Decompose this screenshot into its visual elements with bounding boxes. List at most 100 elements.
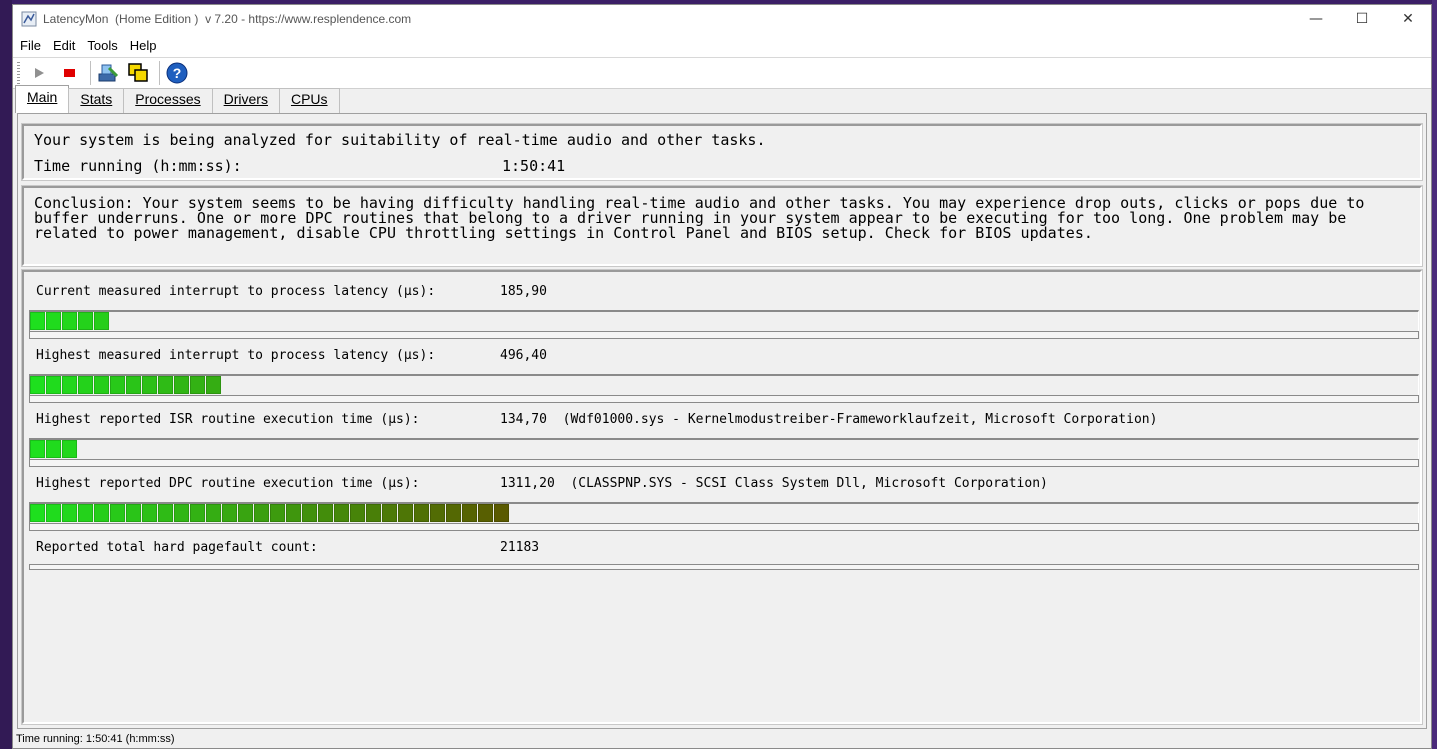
app-icon bbox=[21, 11, 37, 27]
tab-main-label: Main bbox=[27, 89, 58, 105]
bar-segment bbox=[174, 376, 189, 394]
dpc-time-bar-fill bbox=[30, 504, 510, 522]
drivers-icon bbox=[98, 64, 119, 82]
close-button[interactable]: ✕ bbox=[1385, 5, 1431, 33]
menu-bar: File Edit Tools Help bbox=[13, 33, 1431, 58]
time-running-value: 1:50:41 bbox=[502, 157, 566, 175]
toolbar-separator bbox=[90, 61, 91, 85]
pagefault-count-value: 21183 bbox=[500, 540, 540, 555]
tab-drivers[interactable]: Drivers bbox=[211, 88, 280, 113]
bar-segment bbox=[46, 440, 61, 458]
bar-segment bbox=[254, 504, 269, 522]
bar-segment bbox=[62, 312, 77, 330]
desktop-background-right bbox=[1432, 0, 1437, 749]
bar-segment bbox=[142, 376, 157, 394]
isr-time-label: Highest reported ISR routine execution t… bbox=[36, 412, 420, 427]
pagefault-divider bbox=[29, 564, 1419, 570]
bar-segment bbox=[94, 376, 109, 394]
conclusion-text: Conclusion: Your system seems to be havi… bbox=[34, 194, 1365, 242]
toolbar-grip[interactable] bbox=[17, 62, 20, 84]
bar-segment bbox=[238, 504, 253, 522]
bar-segment bbox=[430, 504, 445, 522]
bar-segment bbox=[494, 504, 509, 522]
menu-file[interactable]: File bbox=[15, 38, 46, 53]
tab-strip: Main Stats Processes Drivers CPUs bbox=[13, 85, 340, 113]
bar-segment bbox=[62, 376, 77, 394]
tab-stats[interactable]: Stats bbox=[68, 88, 125, 113]
bar-segment bbox=[366, 504, 381, 522]
isr-time-bar bbox=[29, 438, 1419, 467]
bar-segment bbox=[190, 504, 205, 522]
bar-segment bbox=[174, 504, 189, 522]
stop-button[interactable] bbox=[56, 60, 82, 86]
bar-segment bbox=[414, 504, 429, 522]
status-bar: Time running: 1:50:41 (h:mm:ss) bbox=[13, 730, 1431, 748]
help-button[interactable]: ? bbox=[164, 60, 190, 86]
tab-main[interactable]: Main bbox=[15, 85, 70, 113]
bar-segment bbox=[142, 504, 157, 522]
analysis-status-text: Your system is being analyzed for suitab… bbox=[34, 131, 766, 149]
drivers-button[interactable] bbox=[95, 60, 121, 86]
desktop-background-left bbox=[0, 0, 12, 749]
svg-text:?: ? bbox=[173, 65, 182, 81]
current-latency-bar bbox=[29, 310, 1419, 339]
bar-segment bbox=[78, 504, 93, 522]
maximize-button[interactable]: ☐ bbox=[1339, 5, 1385, 33]
dpc-time-value: 1311,20 (CLASSPNP.SYS - SCSI Class Syste… bbox=[500, 476, 1048, 491]
bar-segment bbox=[350, 504, 365, 522]
windows-button[interactable] bbox=[125, 60, 151, 86]
highest-latency-bar bbox=[29, 374, 1419, 403]
windows-icon bbox=[128, 63, 148, 82]
highest-latency-value: 496,40 bbox=[500, 348, 547, 363]
bar-segment bbox=[46, 376, 61, 394]
bar-segment bbox=[190, 376, 205, 394]
window-title: LatencyMon (Home Edition ) v 7.20 - http… bbox=[43, 12, 412, 26]
bar-segment bbox=[158, 504, 173, 522]
bar-segment bbox=[126, 504, 141, 522]
minimize-button[interactable]: — bbox=[1293, 5, 1339, 33]
current-latency-value: 185,90 bbox=[500, 284, 547, 299]
bar-segment bbox=[478, 504, 493, 522]
bar-segment bbox=[398, 504, 413, 522]
bar-segment bbox=[270, 504, 285, 522]
current-latency-label: Current measured interrupt to process la… bbox=[36, 284, 436, 299]
stop-icon bbox=[64, 69, 75, 77]
metrics-panel: Current measured interrupt to process la… bbox=[21, 269, 1423, 725]
isr-time-value: 134,70 (Wdf01000.sys - Kernelmodustreibe… bbox=[500, 412, 1158, 427]
tab-processes-label: Processes bbox=[135, 91, 201, 107]
bar-segment bbox=[30, 312, 45, 330]
start-button[interactable] bbox=[26, 60, 52, 86]
bar-segment bbox=[462, 504, 477, 522]
bar-segment bbox=[110, 504, 125, 522]
toolbar-separator-2 bbox=[159, 61, 160, 85]
tab-cpus[interactable]: CPUs bbox=[278, 88, 340, 113]
bar-segment bbox=[334, 504, 349, 522]
menu-tools[interactable]: Tools bbox=[82, 38, 122, 53]
help-icon: ? bbox=[166, 62, 188, 84]
tab-drivers-label: Drivers bbox=[223, 91, 268, 107]
pagefault-count-label: Reported total hard pagefault count: bbox=[36, 540, 318, 555]
tab-stats-label: Stats bbox=[80, 91, 113, 107]
bar-segment bbox=[126, 376, 141, 394]
bar-segment bbox=[110, 376, 125, 394]
menu-edit[interactable]: Edit bbox=[48, 38, 80, 53]
tab-processes[interactable]: Processes bbox=[123, 88, 213, 113]
highest-latency-bar-fill bbox=[30, 376, 222, 394]
bar-segment bbox=[62, 440, 77, 458]
bar-segment bbox=[158, 376, 173, 394]
highest-latency-label: Highest measured interrupt to process la… bbox=[36, 348, 436, 363]
bar-segment bbox=[286, 504, 301, 522]
bar-segment bbox=[222, 504, 237, 522]
tab-cpus-label: CPUs bbox=[290, 91, 328, 107]
bar-segment bbox=[78, 376, 93, 394]
dpc-time-bar bbox=[29, 502, 1419, 531]
menu-help[interactable]: Help bbox=[125, 38, 162, 53]
bar-segment bbox=[94, 504, 109, 522]
bar-segment bbox=[78, 312, 93, 330]
bar-segment bbox=[206, 376, 221, 394]
bar-segment bbox=[30, 440, 45, 458]
summary-panel: Your system is being analyzed for suitab… bbox=[21, 123, 1423, 181]
title-bar[interactable]: LatencyMon (Home Edition ) v 7.20 - http… bbox=[13, 5, 1431, 33]
bar-segment bbox=[94, 312, 109, 330]
current-latency-bar-fill bbox=[30, 312, 110, 330]
